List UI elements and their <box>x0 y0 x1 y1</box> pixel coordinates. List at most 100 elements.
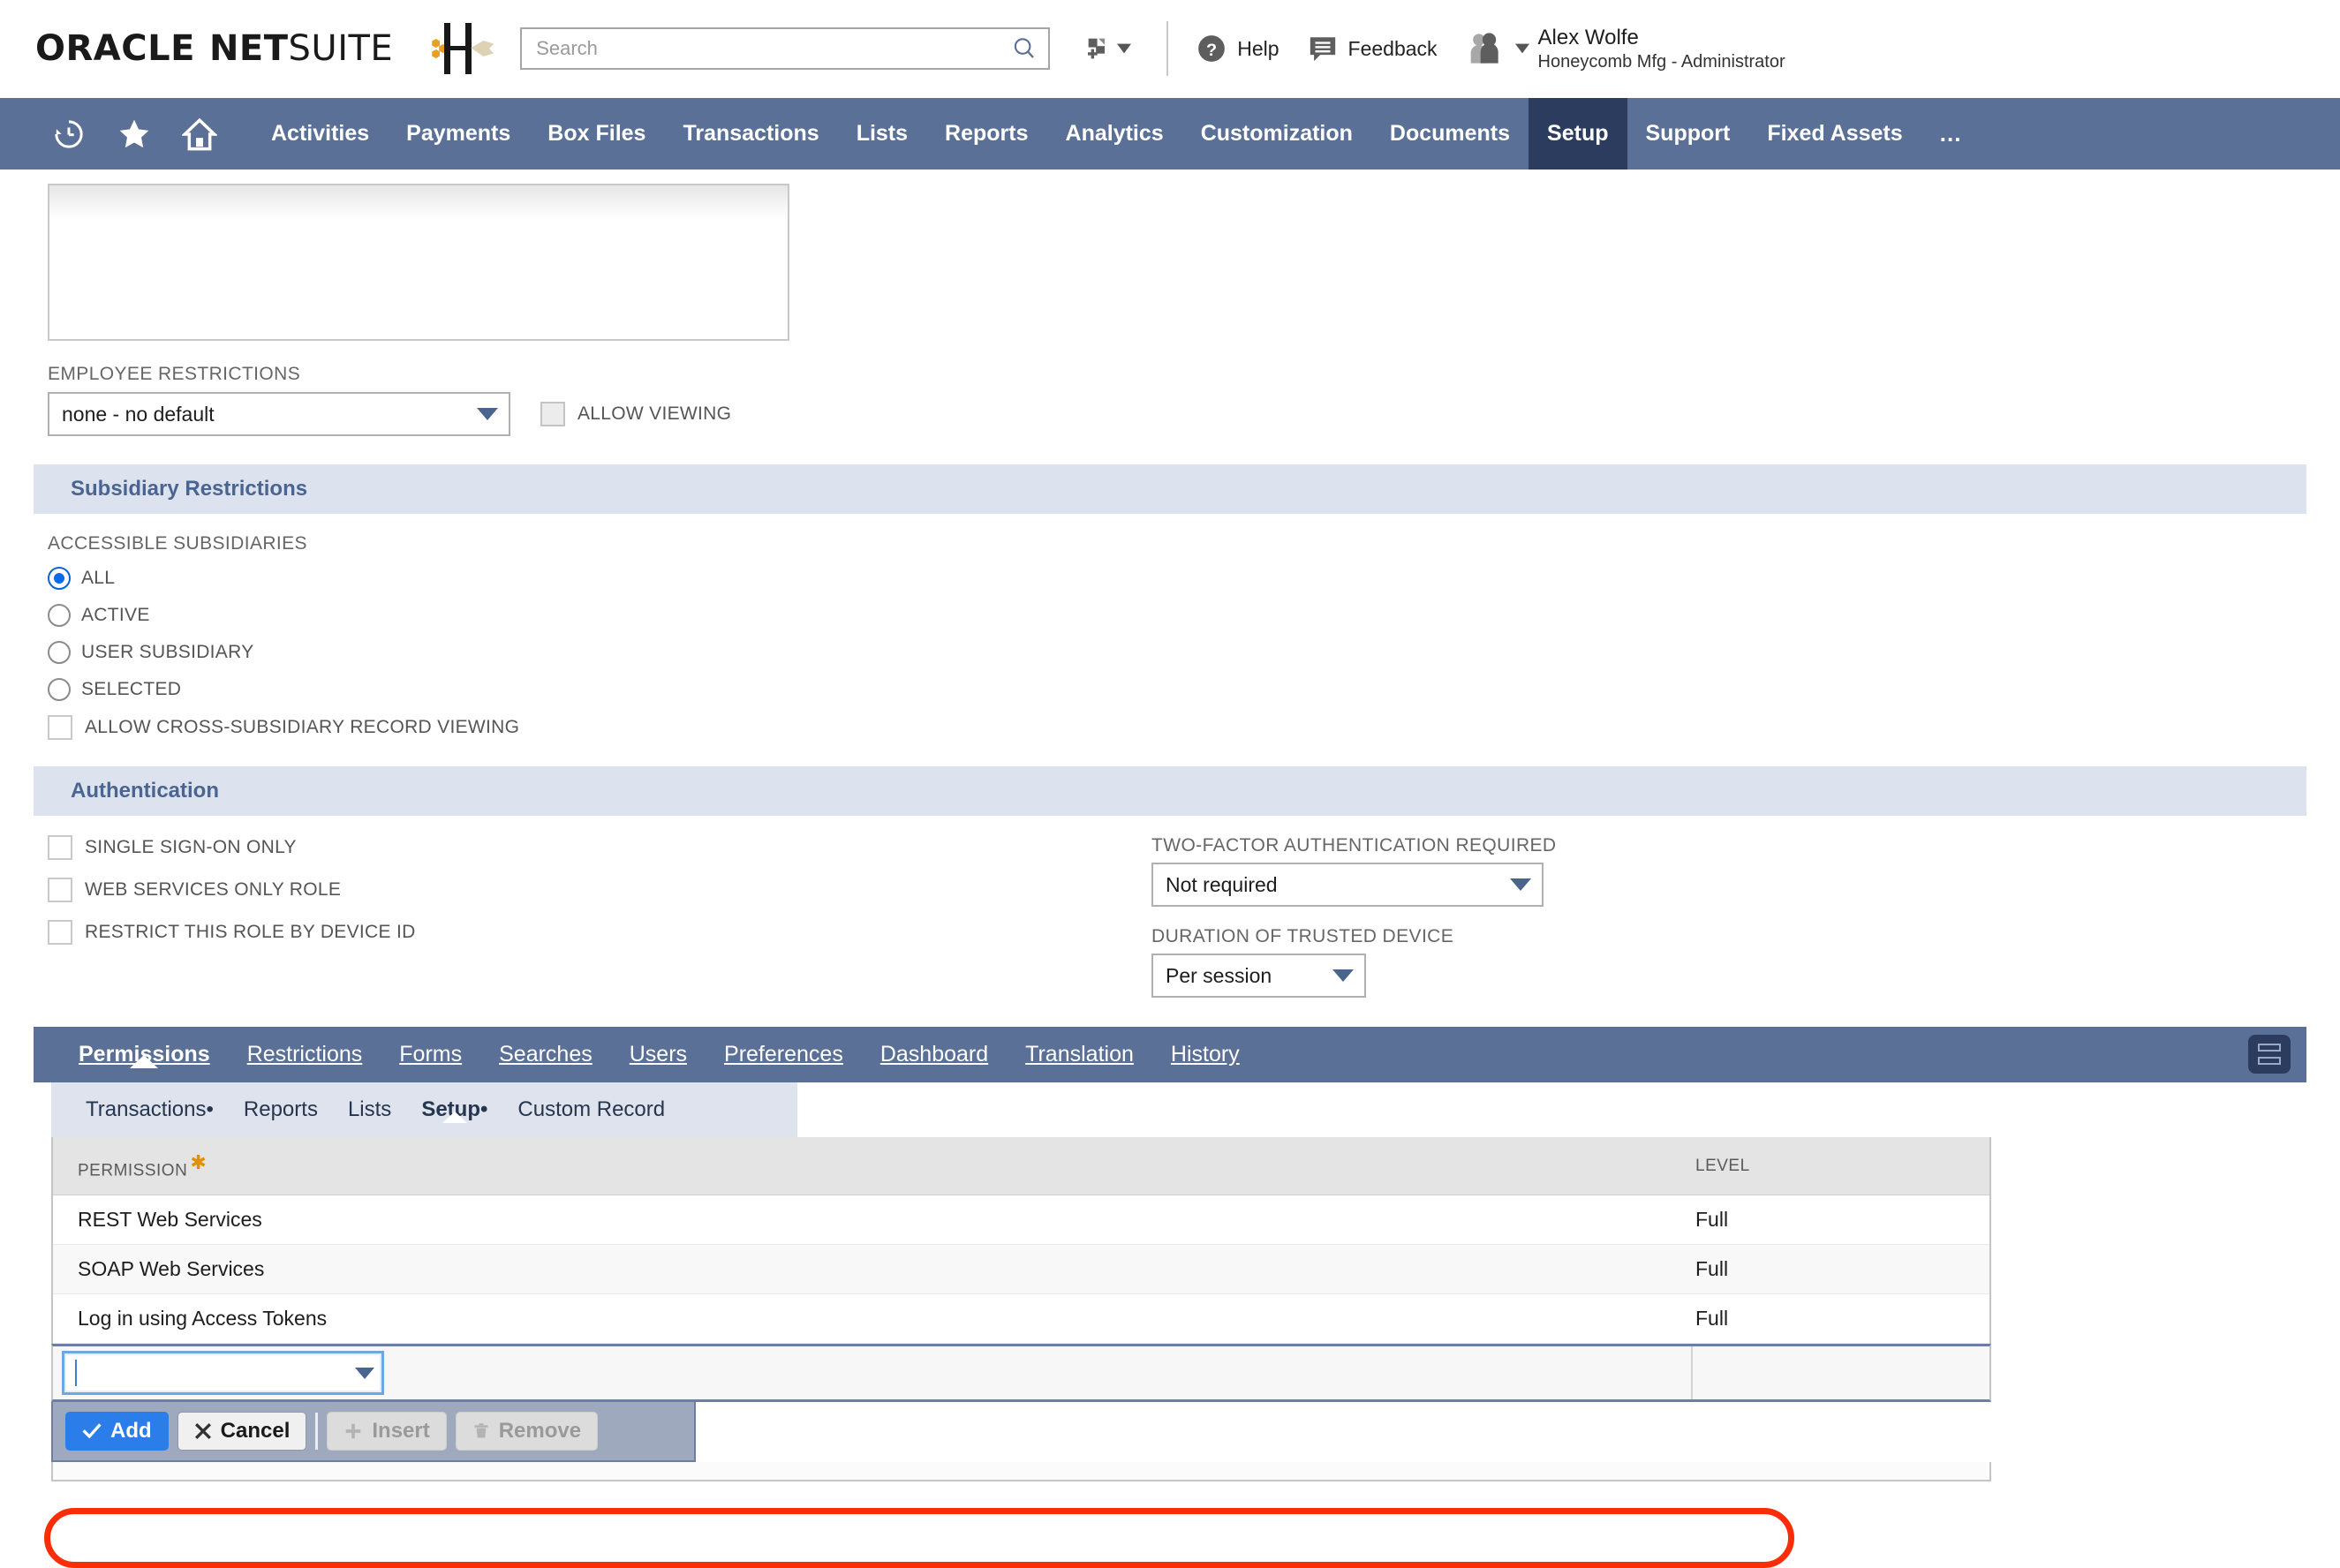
cross-subsidiary-checkbox-row[interactable]: ALLOW CROSS-SUBSIDIARY RECORD VIEWING <box>48 715 2340 740</box>
column-header-level[interactable]: LEVEL <box>1671 1157 1989 1176</box>
search-icon[interactable] <box>1011 35 1038 62</box>
topbar-divider <box>1166 21 1169 76</box>
radio-all[interactable] <box>48 567 71 590</box>
single-sign-on-label: SINGLE SIGN-ON ONLY <box>85 837 297 857</box>
radio-row-user-subsidiary[interactable]: USER SUBSIDIARY <box>48 641 2340 664</box>
tab-history[interactable]: History <box>1152 1042 1258 1067</box>
cross-subsidiary-checkbox[interactable] <box>48 715 72 740</box>
restrict-device-id-label: RESTRICT THIS ROLE BY DEVICE ID <box>85 922 416 942</box>
radio-user-subsidiary-label: USER SUBSIDIARY <box>81 642 254 662</box>
nav-item-payments[interactable]: Payments <box>388 98 529 170</box>
tab-forms[interactable]: Forms <box>381 1042 480 1067</box>
quick-add-icon <box>1088 38 1106 59</box>
user-avatar-icon <box>1470 33 1498 64</box>
table-row[interactable]: REST Web Services Full <box>53 1195 1989 1245</box>
subtab-reports[interactable]: Reports <box>229 1097 333 1122</box>
employee-restrictions-group: EMPLOYEE RESTRICTIONS none - no default … <box>48 364 2340 436</box>
chevron-down-icon[interactable] <box>355 1367 374 1379</box>
feedback-button[interactable]: Feedback <box>1308 34 1438 64</box>
web-services-only-row[interactable]: WEB SERVICES ONLY ROLE <box>48 878 1151 902</box>
restrict-device-id-row[interactable]: RESTRICT THIS ROLE BY DEVICE ID <box>48 920 1151 945</box>
cell-level: Full <box>1695 1208 1729 1231</box>
cell-permission: SOAP Web Services <box>78 1257 265 1280</box>
table-header-row: PERMISSION ✱ LEVEL <box>53 1137 1989 1195</box>
help-button[interactable]: ? Help <box>1196 34 1279 64</box>
duration-label: DURATION OF TRUSTED DEVICE <box>1151 926 1454 946</box>
search-input[interactable] <box>534 36 1012 61</box>
subtab-custom-record[interactable]: Custom Record <box>502 1097 680 1122</box>
employee-restrictions-value: none - no default <box>62 402 215 426</box>
plus-icon <box>346 1423 361 1439</box>
nav-item-customization[interactable]: Customization <box>1182 98 1371 170</box>
nav-item-lists[interactable]: Lists <box>838 98 926 170</box>
table-row-highlighted[interactable]: Log in using Access Tokens Full <box>53 1294 1989 1344</box>
scrolled-textarea[interactable] <box>48 184 789 341</box>
two-factor-select[interactable]: Not required <box>1151 863 1544 907</box>
record-tab-bar: Permissions Restrictions Forms Searches … <box>34 1027 2306 1082</box>
single-sign-on-row[interactable]: SINGLE SIGN-ON ONLY <box>48 835 1151 860</box>
radio-selected[interactable] <box>48 678 71 701</box>
allow-viewing-checkbox[interactable] <box>540 402 565 426</box>
nav-item-support[interactable]: Support <box>1627 98 1749 170</box>
tab-searches[interactable]: Searches <box>480 1042 611 1067</box>
table-row[interactable]: SOAP Web Services Full <box>53 1245 1989 1294</box>
nav-item-fixed-assets[interactable]: Fixed Assets <box>1748 98 1921 170</box>
honeycomb-mfg-logo-icon <box>418 16 495 81</box>
chevron-down-icon <box>1117 43 1132 54</box>
subsidiary-restrictions-title: Subsidiary Restrictions <box>71 477 308 501</box>
web-services-only-checkbox[interactable] <box>48 878 72 902</box>
subtab-lists[interactable]: Lists <box>333 1097 406 1122</box>
radio-row-selected[interactable]: SELECTED <box>48 678 2340 701</box>
subtab-setup[interactable]: Setup• <box>406 1097 502 1123</box>
list-view-toggle-button[interactable] <box>2248 1035 2291 1074</box>
home-icon <box>182 117 217 150</box>
user-menu[interactable]: Alex Wolfe Honeycomb Mfg - Administrator <box>1468 25 1785 73</box>
nav-item-reports[interactable]: Reports <box>926 98 1046 170</box>
cross-subsidiary-label: ALLOW CROSS-SUBSIDIARY RECORD VIEWING <box>85 717 520 737</box>
radio-row-active[interactable]: ACTIVE <box>48 604 2340 627</box>
restrict-device-id-checkbox[interactable] <box>48 920 72 945</box>
tab-restrictions[interactable]: Restrictions <box>229 1042 381 1067</box>
logo-oracle-text: ORACLE <box>35 28 195 69</box>
global-search[interactable] <box>520 27 1051 70</box>
shortcuts-button[interactable] <box>108 98 161 170</box>
nav-overflow-button[interactable]: … <box>1921 98 1981 170</box>
column-header-permission[interactable]: PERMISSION ✱ <box>53 1151 1671 1180</box>
tab-dashboard[interactable]: Dashboard <box>862 1042 1007 1067</box>
chevron-down-icon <box>477 408 498 420</box>
tab-permissions[interactable]: Permissions <box>60 1042 229 1068</box>
radio-active-label: ACTIVE <box>81 605 150 625</box>
tab-translation[interactable]: Translation <box>1007 1042 1152 1067</box>
logo-net-text: NET <box>208 28 289 69</box>
nav-item-transactions[interactable]: Transactions <box>664 98 837 170</box>
oracle-netsuite-logo[interactable]: ORACLE NET SUITE <box>35 28 393 69</box>
employee-restrictions-label: EMPLOYEE RESTRICTIONS <box>48 364 301 384</box>
radio-row-all[interactable]: ALL <box>48 567 2340 590</box>
cancel-label: Cancel <box>220 1419 291 1443</box>
add-button[interactable]: Add <box>65 1412 169 1451</box>
cancel-button[interactable]: Cancel <box>177 1412 307 1451</box>
history-clock-icon <box>55 119 83 148</box>
quick-add-button[interactable] <box>1083 28 1133 69</box>
tab-users[interactable]: Users <box>611 1042 706 1067</box>
radio-user-subsidiary[interactable] <box>48 641 71 664</box>
home-button[interactable] <box>173 98 226 170</box>
nav-item-activities[interactable]: Activities <box>253 98 388 170</box>
nav-item-box-files[interactable]: Box Files <box>529 98 664 170</box>
single-sign-on-checkbox[interactable] <box>48 835 72 860</box>
employee-restrictions-select[interactable]: none - no default <box>48 392 510 436</box>
list-rows-icon <box>2258 1044 2281 1052</box>
allow-viewing-checkbox-row[interactable]: ALLOW VIEWING <box>540 402 731 426</box>
subtab-transactions[interactable]: Transactions• <box>71 1097 229 1122</box>
two-factor-label: TWO-FACTOR AUTHENTICATION REQUIRED <box>1151 835 1557 856</box>
tab-preferences[interactable]: Preferences <box>706 1042 862 1067</box>
nav-item-setup[interactable]: Setup <box>1529 98 1627 170</box>
button-divider <box>315 1413 319 1450</box>
nav-item-documents[interactable]: Documents <box>1371 98 1529 170</box>
radio-active[interactable] <box>48 604 71 627</box>
nav-item-analytics[interactable]: Analytics <box>1047 98 1182 170</box>
recent-records-button[interactable] <box>42 98 95 170</box>
permission-dropdown-input[interactable] <box>62 1351 384 1395</box>
duration-select[interactable]: Per session <box>1151 954 1366 998</box>
annotation-highlight-oval <box>44 1508 1794 1568</box>
